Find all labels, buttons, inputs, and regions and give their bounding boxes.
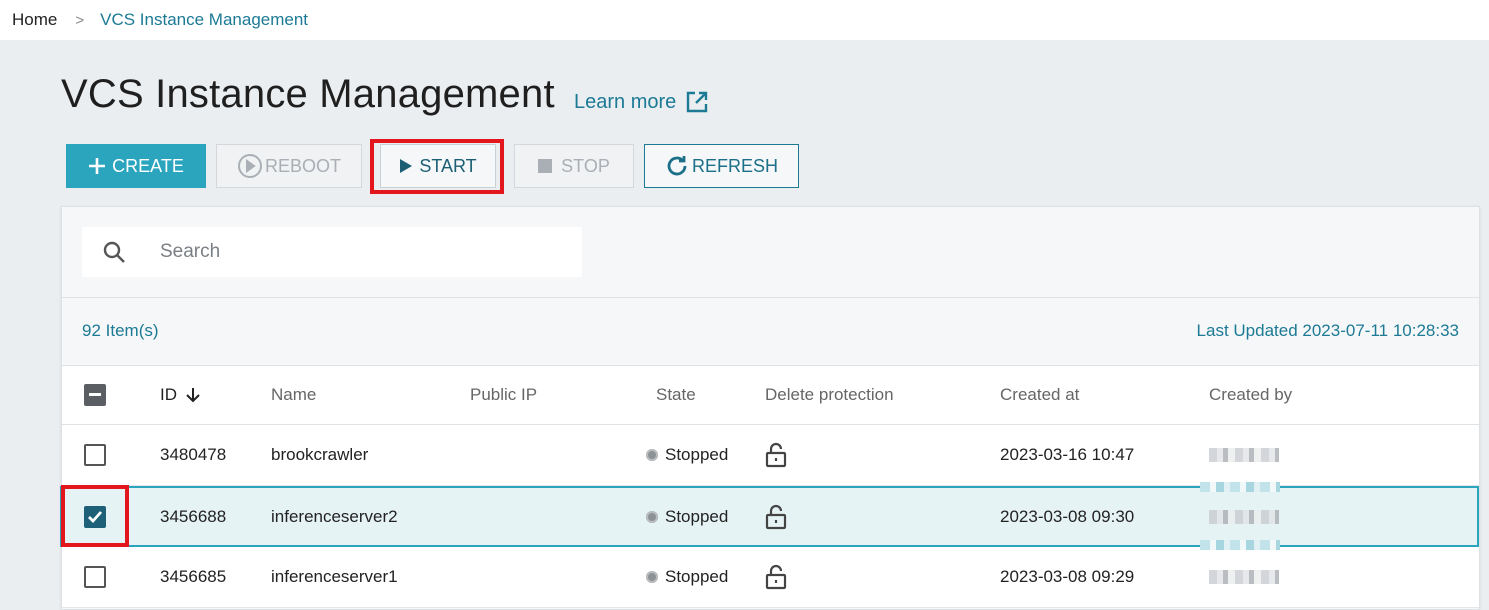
search-icon [102,240,126,264]
refresh-button-label: REFRESH [691,155,778,176]
redacted-value [1209,448,1279,462]
stop-button-label: STOP [561,155,610,176]
breadcrumb-separator: > [75,11,85,29]
table-row[interactable]: 3456685 inferenceserver1 Stopped 2023-03… [62,547,1479,608]
cell-created-by [1209,547,1279,607]
cell-created-at: 2023-03-16 10:47 [1000,445,1135,464]
arrow-down-icon [186,387,200,403]
column-header-delete-protection[interactable]: Delete protection [765,366,894,424]
unlock-icon [765,442,787,468]
refresh-button[interactable]: REFRESH [644,144,799,188]
row-checkbox[interactable] [84,444,106,466]
row-checkbox[interactable] [84,566,106,588]
cell-id: 3480478 [160,445,227,464]
learn-more-link[interactable]: Learn more [574,90,709,114]
column-header-id-label: ID [160,385,177,404]
cell-name[interactable]: brookcrawler [271,425,368,485]
table-header: ID Name Public IP State Delete protectio… [62,365,1479,425]
cell-state: Stopped [646,488,728,545]
cell-created-at: 2023-03-08 09:29 [1000,567,1135,586]
cell-state-label: Stopped [665,567,729,586]
search-input[interactable] [158,240,562,264]
status-dot [646,449,658,461]
cell-id: 3456685 [160,567,227,586]
cell-state-label: Stopped [665,445,729,464]
learn-more-label: Learn more [574,90,677,113]
play-circle-icon [237,153,263,179]
status-dot [646,510,658,523]
cell-id: 3456688 [160,506,227,526]
reboot-button[interactable]: REBOOT [216,144,362,188]
instances-table: ID Name Public IP State Delete protectio… [60,365,1479,608]
item-count: 92 Item(s) [82,321,159,340]
search-box [82,227,582,277]
unlock-icon [765,504,787,529]
refresh-icon [665,154,689,178]
unlock-icon [765,564,787,590]
column-header-state[interactable]: State [656,366,696,424]
select-all-cell [84,366,106,424]
row-checkbox-cell [84,425,106,485]
create-button[interactable]: CREATE [66,144,206,188]
cell-created-at: 2023-03-08 09:30 [1000,506,1135,526]
external-link-icon [687,91,708,113]
row-checkbox-cell [84,547,106,607]
table-row[interactable]: 3480478 brookcrawler Stopped 2023-03-16 … [62,425,1479,486]
redacted-value [1209,570,1279,584]
redacted-value [1200,482,1280,492]
column-header-created-at[interactable]: Created at [1000,366,1079,424]
cell-state: Stopped [646,547,728,607]
redacted-value [1209,509,1279,524]
stop-button[interactable]: STOP [514,144,634,188]
reboot-button-label: REBOOT [264,155,341,176]
cell-created-by [1209,425,1279,485]
cell-state: Stopped [646,425,728,485]
cell-name[interactable]: inferenceserver2 [271,488,398,545]
cell-delete-protection [765,547,787,607]
cell-delete-protection [765,488,787,545]
cell-state-label: Stopped [665,506,729,526]
create-button-label: CREATE [112,155,184,176]
instance-panel: 92 Item(s) Last Updated 2023-07-11 10:28… [60,206,1480,610]
column-header-public-ip[interactable]: Public IP [470,366,537,424]
cell-name[interactable]: inferenceserver1 [271,547,398,607]
start-button-highlight [370,139,504,194]
status-dot [646,571,658,583]
breadcrumb-home-link[interactable]: Home [12,10,57,30]
column-header-created-by[interactable]: Created by [1209,366,1292,424]
column-header-id[interactable]: ID [160,366,200,424]
cell-created-by [1209,488,1279,545]
divider [62,297,1479,298]
stop-square-icon [538,159,553,173]
checkbox-highlight [61,485,129,547]
last-updated: Last Updated 2023-07-11 10:28:33 [1196,321,1459,340]
breadcrumb: Home > VCS Instance Management [0,0,1489,40]
cell-delete-protection [765,425,787,485]
column-header-name[interactable]: Name [271,366,316,424]
plus-icon [88,157,106,175]
breadcrumb-current[interactable]: VCS Instance Management [100,10,308,30]
page-title: VCS Instance Management [61,72,555,116]
select-all-checkbox[interactable] [84,384,106,406]
table-row-selected[interactable]: 3456688 inferenceserver2 Stopped 2023-03… [60,482,1479,550]
